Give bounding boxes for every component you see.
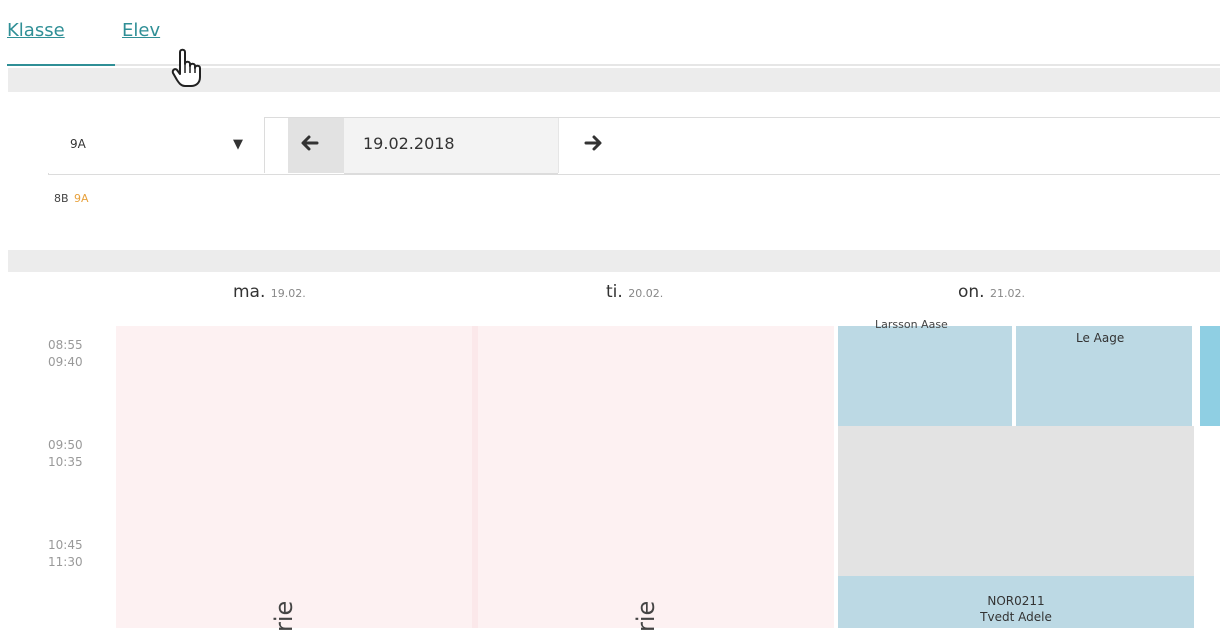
- period-start: 08:55: [48, 338, 83, 352]
- arrow-right-icon[interactable]: [583, 133, 603, 158]
- day-header-monday: ma. 19.02.: [233, 282, 306, 302]
- day-header-tuesday: ti. 20.02.: [606, 282, 663, 302]
- period-time: 08:55 09:40: [48, 337, 83, 371]
- lesson-teacher: Le Aage: [1076, 331, 1125, 345]
- lesson-cell[interactable]: [1200, 326, 1220, 426]
- day-name: ti.: [606, 282, 623, 302]
- class-link-8b[interactable]: 8B: [54, 192, 69, 205]
- tab-elev[interactable]: Elev: [122, 20, 160, 41]
- period-time: 09:50 10:35: [48, 437, 83, 471]
- period-start: 10:45: [48, 538, 83, 552]
- lesson-teacher: Tvedt Adele: [980, 610, 1052, 624]
- class-select-value: 9A: [70, 137, 86, 151]
- active-tab-indicator: [7, 64, 115, 66]
- holiday-label: rie: [632, 600, 660, 632]
- hand-cursor-icon: [170, 48, 204, 92]
- period-time: 10:45 11:30: [48, 537, 83, 571]
- tab-klasse[interactable]: Klasse: [7, 20, 65, 41]
- holiday-label: rie: [270, 600, 298, 632]
- lesson-cell[interactable]: [838, 326, 1012, 426]
- period-end: 11:30: [48, 555, 83, 569]
- day-date: 21.02.: [990, 287, 1025, 300]
- period-start: 09:50: [48, 438, 83, 452]
- period-end: 10:35: [48, 455, 83, 469]
- holiday-block-tuesday[interactable]: [478, 326, 834, 628]
- day-date: 19.02.: [270, 287, 306, 300]
- arrow-left-icon[interactable]: [300, 133, 320, 158]
- dropdown-caret-icon[interactable]: ▼: [233, 137, 243, 152]
- day-header-wednesday: on. 21.02.: [958, 282, 1025, 302]
- day-name: on.: [958, 282, 985, 302]
- lesson-code: NOR0211: [987, 594, 1045, 608]
- tab-divider: [115, 64, 1220, 66]
- holiday-block-monday[interactable]: [116, 326, 472, 628]
- date-value[interactable]: 19.02.2018: [363, 134, 455, 153]
- day-date: 20.02.: [628, 287, 664, 300]
- class-link-9a[interactable]: 9A: [74, 192, 89, 205]
- lesson-teacher: Larsson Aase: [875, 318, 948, 331]
- period-end: 09:40: [48, 355, 83, 369]
- day-name: ma.: [233, 282, 266, 302]
- empty-period-cell: [838, 426, 1194, 576]
